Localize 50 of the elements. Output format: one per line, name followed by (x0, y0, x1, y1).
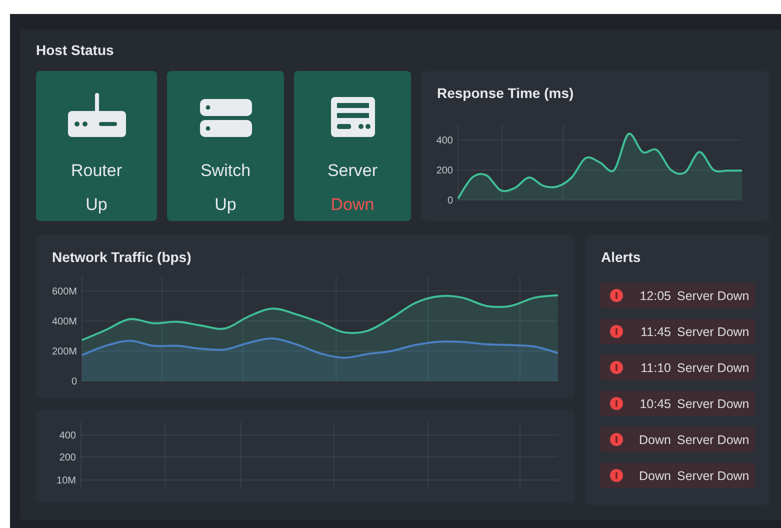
alert-time: 11:45 (640, 324, 671, 338)
alert-item[interactable]: 11:45 Server Down (600, 319, 755, 344)
alert-icon (610, 469, 623, 482)
alert-icon (610, 433, 623, 446)
host-tile[interactable]: Server Down (294, 71, 411, 221)
chart-title: Response Time (ms) (436, 84, 575, 103)
router-icon (68, 93, 126, 137)
host-name: Switch (200, 161, 251, 181)
section-title: Host Status (36, 42, 115, 60)
alert-item[interactable]: 10:45 Server Down (600, 391, 755, 416)
host-status: Up (214, 195, 236, 215)
host-tile[interactable]: Router Up (36, 71, 157, 221)
host-status: Down (330, 195, 374, 215)
alert-time: 12:05 (638, 288, 671, 302)
alert-time: 10:45 (638, 396, 671, 410)
alert-message: Server Down (677, 396, 750, 410)
host-name: Router (70, 161, 122, 181)
server-icon (330, 97, 374, 137)
alert-item[interactable]: Down Server Down (600, 427, 755, 452)
alert-time: Down (638, 432, 671, 446)
chart-title: Network Traffic (bps) (51, 248, 192, 267)
axis-tick-label: 200 (436, 166, 453, 176)
axis-tick-label: 10M (56, 476, 76, 486)
alert-message: Server Down (677, 432, 750, 446)
alert-item[interactable]: Down Server Down (600, 463, 755, 488)
axis-tick-label: 600M (52, 286, 77, 298)
axis-tick-label: 400M (52, 316, 77, 328)
alerts-title: Alerts (600, 248, 642, 267)
host-status: Up (86, 195, 108, 215)
axis-tick-label: 200 (59, 452, 76, 464)
axis-tick-label: 200M (52, 346, 77, 358)
axis-tick-label: 400 (59, 430, 76, 442)
host-tile[interactable]: Switch Up (167, 71, 284, 221)
alert-icon (610, 397, 623, 410)
alert-icon (610, 361, 623, 374)
axis-tick-label: 400 (436, 136, 453, 146)
alert-message: Server Down (677, 324, 750, 338)
alert-icon (610, 289, 623, 302)
alert-item[interactable]: 12:05 Server Down (600, 283, 755, 308)
alert-message: Server Down (677, 360, 750, 374)
axis-tick-label: 0 (447, 196, 453, 206)
alert-icon (610, 325, 623, 338)
alert-message: Server Down (677, 468, 750, 482)
alert-message: Server Down (677, 288, 750, 302)
server-stack-icon (200, 99, 252, 137)
axis-tick-label: 0 (71, 376, 77, 388)
host-name: Server (327, 161, 378, 181)
alert-time: Down (638, 468, 671, 482)
alert-time: 11:10 (640, 360, 671, 374)
alert-item[interactable]: 11:10 Server Down (600, 355, 755, 380)
